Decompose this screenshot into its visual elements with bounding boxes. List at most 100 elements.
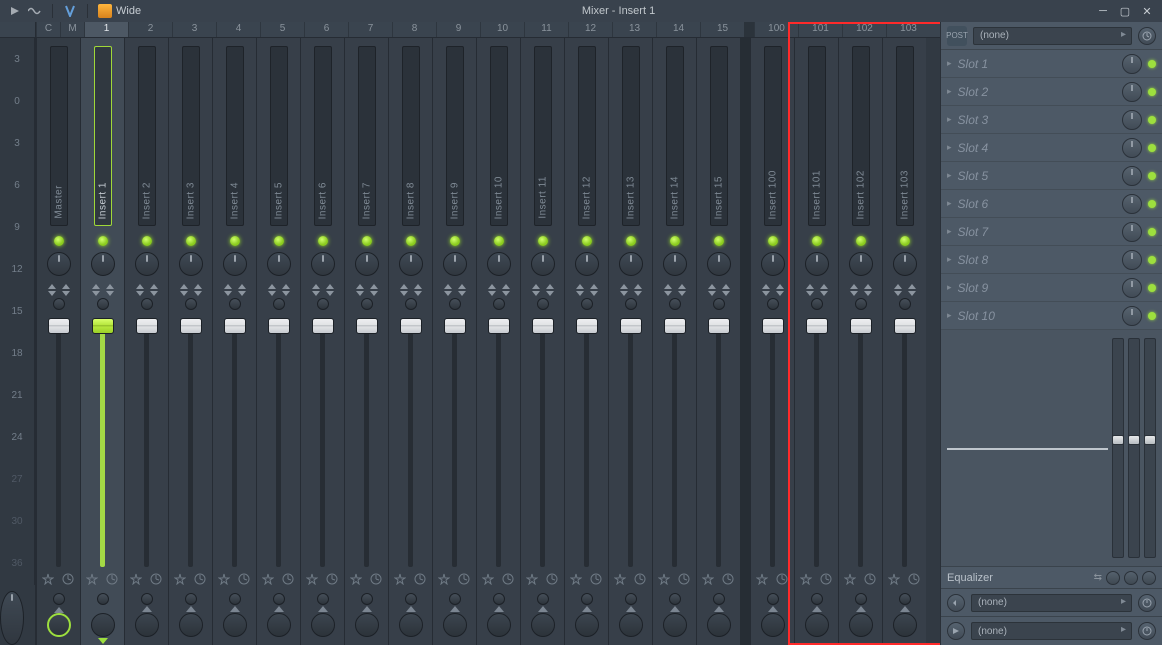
fx-icon[interactable] (614, 573, 628, 587)
stereo-knob[interactable] (361, 298, 373, 310)
stereo-knob[interactable] (97, 298, 109, 310)
effect-slot-5[interactable]: ▸ Slot 5 (941, 162, 1162, 190)
slot-mix-knob[interactable] (1122, 82, 1142, 102)
stereo-knob[interactable] (493, 298, 505, 310)
clock-icon[interactable] (62, 573, 76, 587)
clock-icon[interactable] (150, 573, 164, 587)
pan-knob[interactable] (399, 252, 423, 276)
effect-slot-1[interactable]: ▸ Slot 1 (941, 50, 1162, 78)
stereo-sep-controls[interactable] (440, 284, 470, 310)
fx-icon[interactable] (756, 573, 770, 587)
lower-knob[interactable] (273, 593, 285, 605)
mute-toggle[interactable] (582, 236, 592, 246)
mute-toggle[interactable] (186, 236, 196, 246)
send-knob[interactable] (135, 613, 159, 637)
stereo-knob[interactable] (899, 298, 911, 310)
pan-knob[interactable] (487, 252, 511, 276)
lower-knob[interactable] (899, 593, 911, 605)
header-track-3[interactable]: 3 (172, 22, 216, 37)
stereo-knob[interactable] (449, 298, 461, 310)
stereo-knob[interactable] (53, 298, 65, 310)
header-track-14[interactable]: 14 (656, 22, 700, 37)
pan-knob[interactable] (355, 252, 379, 276)
send-knob[interactable] (443, 613, 467, 637)
header-track-4[interactable]: 4 (216, 22, 260, 37)
lower-knob[interactable] (625, 593, 637, 605)
mixer-track[interactable]: Insert 1 (80, 38, 124, 645)
volume-fader[interactable] (213, 318, 256, 567)
slot-active-dot[interactable] (1148, 116, 1156, 124)
clock-icon[interactable] (282, 573, 296, 587)
pan-knob[interactable] (223, 252, 247, 276)
snap-icon[interactable] (63, 4, 77, 18)
eq-preview[interactable] (941, 330, 1162, 566)
lower-knob[interactable] (185, 593, 197, 605)
header-track-15[interactable]: 15 (700, 22, 744, 37)
lower-knob[interactable] (361, 593, 373, 605)
pan-knob[interactable] (267, 252, 291, 276)
send-knob[interactable] (707, 613, 731, 637)
mute-toggle[interactable] (450, 236, 460, 246)
stereo-sep-controls[interactable] (264, 284, 294, 310)
slot-mix-knob[interactable] (1122, 222, 1142, 242)
effect-slot-10[interactable]: ▸ Slot 10 (941, 302, 1162, 330)
fx-icon[interactable] (218, 573, 232, 587)
stereo-sep-controls[interactable] (396, 284, 426, 310)
volume-fader[interactable] (37, 318, 80, 567)
volume-fader[interactable] (521, 318, 564, 567)
volume-fader[interactable] (345, 318, 388, 567)
clock-icon[interactable] (634, 573, 648, 587)
stereo-knob[interactable] (811, 298, 823, 310)
eq-reset-icon[interactable]: ⇆ (1094, 572, 1102, 583)
send-knob[interactable] (179, 613, 203, 637)
header-track-10[interactable]: 10 (480, 22, 524, 37)
fx-icon[interactable] (888, 573, 902, 587)
out1-dropdown[interactable]: (none) (971, 594, 1132, 612)
slot-active-dot[interactable] (1148, 172, 1156, 180)
out1-clock[interactable] (1138, 594, 1156, 612)
mixer-track[interactable]: Insert 7 (344, 38, 388, 645)
mute-toggle[interactable] (812, 236, 822, 246)
volume-fader[interactable] (477, 318, 520, 567)
lower-knob[interactable] (811, 593, 823, 605)
slot-active-dot[interactable] (1148, 200, 1156, 208)
stereo-sep-controls[interactable] (176, 284, 206, 310)
header-track-8[interactable]: 8 (392, 22, 436, 37)
volume-fader[interactable] (433, 318, 476, 567)
send-knob[interactable] (893, 613, 917, 637)
pan-knob[interactable] (893, 252, 917, 276)
slot-active-dot[interactable] (1148, 228, 1156, 236)
close-button[interactable]: ✕ (1140, 4, 1154, 18)
clock-icon[interactable] (238, 573, 252, 587)
send-knob[interactable] (311, 613, 335, 637)
volume-fader[interactable] (883, 318, 926, 567)
volume-fader[interactable] (81, 318, 124, 567)
pan-knob[interactable] (311, 252, 335, 276)
send-knob[interactable] (267, 613, 291, 637)
send-knob[interactable] (355, 613, 379, 637)
out1-enable[interactable] (947, 594, 965, 612)
header-track-7[interactable]: 7 (348, 22, 392, 37)
mute-toggle[interactable] (670, 236, 680, 246)
lower-knob[interactable] (229, 593, 241, 605)
clock-icon[interactable] (414, 573, 428, 587)
out2-dropdown[interactable]: (none) (971, 622, 1132, 640)
mute-toggle[interactable] (230, 236, 240, 246)
out2-clock[interactable] (1138, 622, 1156, 640)
slot-mix-knob[interactable] (1122, 138, 1142, 158)
header-track-101[interactable]: 101 (798, 22, 842, 37)
mute-toggle[interactable] (768, 236, 778, 246)
stereo-knob[interactable] (141, 298, 153, 310)
lower-knob[interactable] (669, 593, 681, 605)
scale-knob[interactable] (0, 591, 24, 645)
volume-fader[interactable] (257, 318, 300, 567)
lower-knob[interactable] (855, 593, 867, 605)
mute-toggle[interactable] (494, 236, 504, 246)
stereo-knob[interactable] (625, 298, 637, 310)
send-knob[interactable] (47, 613, 71, 637)
mute-toggle[interactable] (626, 236, 636, 246)
clock-icon[interactable] (908, 573, 922, 587)
mixer-track[interactable]: Insert 2 (124, 38, 168, 645)
mixer-track[interactable]: Insert 103 (882, 38, 926, 645)
clock-icon[interactable] (590, 573, 604, 587)
